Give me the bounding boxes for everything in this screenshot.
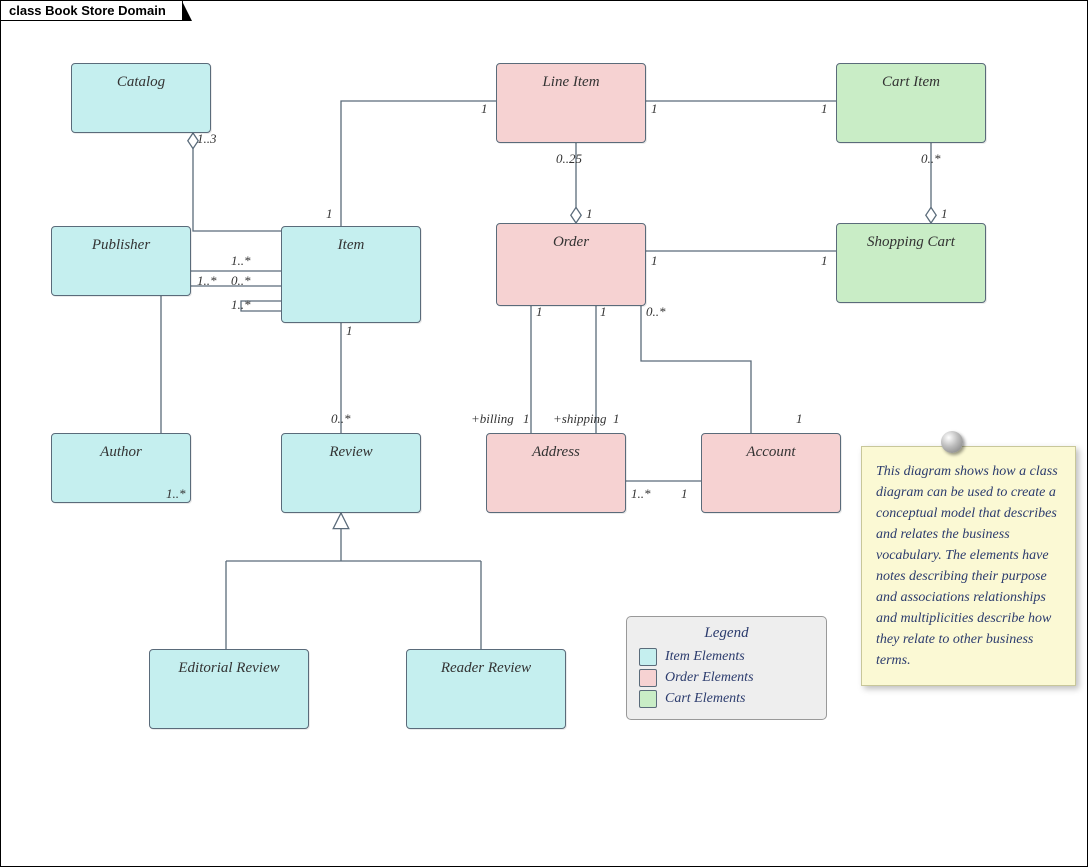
mult: 1	[821, 101, 828, 117]
class-lineitem[interactable]: Line Item	[496, 63, 646, 143]
label: Line Item	[542, 74, 599, 91]
pin-icon	[941, 431, 963, 453]
legend-label: Item Elements	[665, 649, 745, 665]
legend-title: Legend	[639, 625, 814, 642]
class-publisher[interactable]: Publisher	[51, 226, 191, 296]
mult: 1..*	[197, 273, 217, 289]
mult: 0..*	[646, 304, 666, 320]
mult: 1	[481, 101, 488, 117]
legend-label: Cart Elements	[665, 691, 746, 707]
class-author[interactable]: Author	[51, 433, 191, 503]
legend-row: Item Elements	[639, 648, 814, 666]
class-address[interactable]: Address	[486, 433, 626, 513]
legend: Legend Item Elements Order Elements Cart…	[626, 616, 827, 720]
mult: 1	[651, 101, 658, 117]
label: Item	[338, 237, 365, 254]
class-account[interactable]: Account	[701, 433, 841, 513]
label: Catalog	[117, 74, 165, 91]
label: Account	[746, 444, 795, 461]
mult: 1	[941, 206, 948, 222]
mult: 1	[536, 304, 543, 320]
mult: 1	[796, 411, 803, 427]
label: Shopping Cart	[867, 234, 955, 251]
diagram-title-tab: class Book Store Domain	[1, 1, 183, 21]
class-catalog[interactable]: Catalog	[71, 63, 211, 133]
label: Address	[532, 444, 580, 461]
mult: 1	[523, 411, 530, 427]
mult: 1..3	[197, 131, 217, 147]
diagram-frame: class Book Store Domain	[0, 0, 1088, 867]
class-review[interactable]: Review	[281, 433, 421, 513]
mult: 1	[326, 206, 333, 222]
mult: 1	[821, 253, 828, 269]
label: Reader Review	[441, 660, 531, 677]
class-cartitem[interactable]: Cart Item	[836, 63, 986, 143]
mult: 1..*	[231, 253, 251, 269]
class-order[interactable]: Order	[496, 223, 646, 306]
sticky-note: This diagram shows how a class diagram c…	[861, 446, 1076, 686]
role: +billing	[471, 411, 514, 427]
mult: 0..*	[231, 273, 251, 289]
class-editorial[interactable]: Editorial Review	[149, 649, 309, 729]
class-item[interactable]: Item	[281, 226, 421, 323]
label: Order	[553, 234, 589, 251]
diagram-title: class Book Store Domain	[9, 3, 166, 18]
swatch-item	[639, 648, 657, 666]
mult: 1	[613, 411, 620, 427]
legend-row: Order Elements	[639, 669, 814, 687]
mult: 1..*	[631, 486, 651, 502]
mult: 1	[586, 206, 593, 222]
mult: 1	[651, 253, 658, 269]
mult: 0..*	[921, 151, 941, 167]
class-shoppingcart[interactable]: Shopping Cart	[836, 223, 986, 303]
mult: 1..*	[231, 297, 251, 313]
label: Review	[329, 444, 372, 461]
mult: 1	[346, 323, 353, 339]
legend-label: Order Elements	[665, 670, 754, 686]
legend-row: Cart Elements	[639, 690, 814, 708]
label: Editorial Review	[178, 660, 279, 677]
mult: 0..*	[331, 411, 351, 427]
class-reader[interactable]: Reader Review	[406, 649, 566, 729]
label: Author	[100, 444, 142, 461]
note-text: This diagram shows how a class diagram c…	[876, 464, 1058, 668]
swatch-cart	[639, 690, 657, 708]
mult: 0..25	[556, 151, 582, 167]
mult: 1	[681, 486, 688, 502]
swatch-order	[639, 669, 657, 687]
mult: 1	[600, 304, 607, 320]
role: +shipping	[553, 411, 607, 427]
label: Cart Item	[882, 74, 940, 91]
label: Publisher	[92, 237, 150, 254]
